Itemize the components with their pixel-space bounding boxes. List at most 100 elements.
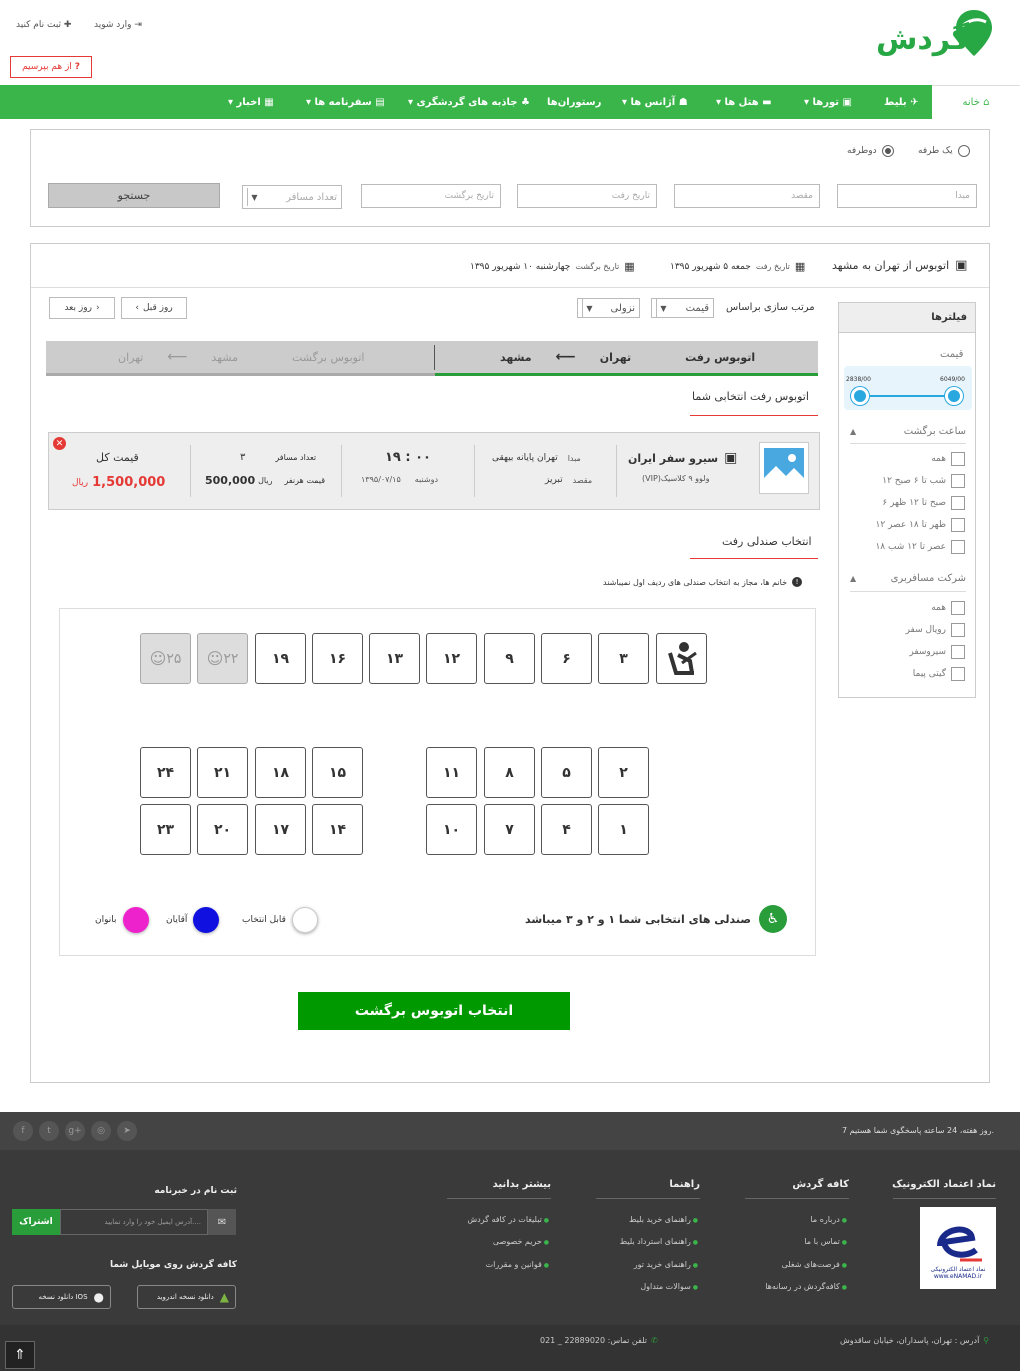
footer-link[interactable]: قوانین و مقررات xyxy=(486,1260,549,1269)
time-option[interactable]: شب تا ۶ صبح ۱۲ xyxy=(850,474,965,488)
ios-download-button[interactable]: دانلود نسخه IOS ● xyxy=(12,1285,111,1309)
ask-button[interactable]: از هم بپرسیم ? xyxy=(10,56,92,78)
google-plus-icon[interactable]: g+ xyxy=(65,1121,85,1141)
return-date-input[interactable]: تاریخ برگشت xyxy=(361,184,501,208)
login-link[interactable]: وارد شوید ⇥ xyxy=(94,20,142,30)
newsletter-email-input[interactable]: آدرس ایمیل خود را وارد نمایید.... xyxy=(60,1209,208,1235)
sort-select[interactable]: ▼ قیمت xyxy=(651,298,714,318)
main-nav: خانه ⌂ بلیط ✈ ▾ تورها ▣ ▾ هتل ها ▬ ▾ آژا… xyxy=(0,85,1020,119)
twitter-icon[interactable]: t xyxy=(39,1121,59,1141)
company-option[interactable]: گیتی پیما xyxy=(850,667,965,681)
company-option[interactable]: سیروسفر xyxy=(850,645,965,659)
depart-date-input[interactable]: تاریخ رفت xyxy=(517,184,657,208)
subscribe-button[interactable]: اشتراک xyxy=(12,1209,60,1235)
passengers-select[interactable]: ▼ تعداد مسافر xyxy=(242,185,342,209)
telegram-icon[interactable]: ➤ xyxy=(117,1121,137,1141)
driver-icon xyxy=(656,633,707,684)
seat[interactable]: ۵ xyxy=(541,747,592,798)
user-icon: ☺ xyxy=(206,649,224,668)
company-filter-header[interactable]: ▲ شرکت مسافربری xyxy=(850,573,966,584)
scroll-top-icon[interactable]: ⇑ xyxy=(5,1341,35,1369)
footer-link[interactable]: درباره ما xyxy=(810,1215,847,1224)
seat[interactable]: ۴ xyxy=(541,804,592,855)
seat[interactable]: ۱۸ xyxy=(255,747,306,798)
seat[interactable]: ۹ xyxy=(484,633,535,684)
footer-link[interactable]: تماس با ما xyxy=(804,1237,847,1246)
seat[interactable]: ۱۷ xyxy=(255,804,306,855)
round-trip-radio[interactable]: دوطرفه xyxy=(847,145,894,157)
footer-bottom-bar xyxy=(0,1325,1020,1371)
seat[interactable]: ۱۶ xyxy=(312,633,363,684)
seat-taken: ☺ ۲۵ xyxy=(140,633,191,684)
search-button[interactable]: جستجو xyxy=(48,183,220,208)
nav-tours[interactable]: ▾ تورها ▣ xyxy=(804,85,852,119)
footer-link[interactable]: راهنمای خرید تور xyxy=(634,1260,698,1269)
register-link[interactable]: ثبت نام کنید ✚ xyxy=(16,20,71,30)
instagram-icon[interactable]: ◎ xyxy=(91,1121,111,1141)
bus-icon: ▣ xyxy=(724,450,738,466)
footer-link[interactable]: راهنمای خرید بلیط xyxy=(629,1215,698,1224)
order-select[interactable]: ▼ نزولی xyxy=(577,298,640,318)
seat[interactable]: ۲۱ xyxy=(197,747,248,798)
seat[interactable]: ۱۲ xyxy=(426,633,477,684)
document-icon: ▤ xyxy=(375,96,385,108)
destination-input[interactable]: مقصد xyxy=(674,184,820,208)
nav-hotels[interactable]: ▾ هتل ها ▬ xyxy=(716,85,772,119)
tree-icon: ♣ xyxy=(520,96,530,108)
footer-link[interactable]: راهنمای استرداد بلیط xyxy=(620,1237,698,1246)
footer-link[interactable]: سوالات متداول xyxy=(640,1282,698,1291)
footer-link[interactable]: حریم خصوصی xyxy=(493,1237,549,1246)
user-icon: ☺ xyxy=(149,649,167,668)
origin-input[interactable]: مبدا xyxy=(837,184,977,208)
tab-return[interactable]: تهران ⟵ مشهد اتوبوس برگشت xyxy=(118,348,364,366)
seat[interactable]: ۲۳ xyxy=(140,804,191,855)
nav-travelogue[interactable]: ▾ سفرنامه ها ▤ xyxy=(306,85,385,119)
seat[interactable]: ۱۴ xyxy=(312,804,363,855)
seat[interactable]: ۲ xyxy=(598,747,649,798)
company-option[interactable]: رویال سفر xyxy=(850,623,965,637)
prev-day-button[interactable]: ‹ روز قبل xyxy=(121,297,187,319)
seat[interactable]: ۱۵ xyxy=(312,747,363,798)
footer-link[interactable]: کافه‌گردش در رسانه‌ها xyxy=(765,1282,847,1291)
seat[interactable]: ۲۴ xyxy=(140,747,191,798)
nav-home[interactable]: خانه ⌂ xyxy=(932,85,1020,119)
tab-depart[interactable]: مشهد ⟵ تهران اتوبوس رفت xyxy=(500,348,755,366)
time-filter-header[interactable]: ▲ ساعت برگشت xyxy=(850,426,966,437)
slider-max-handle[interactable] xyxy=(945,387,963,405)
nav-attractions[interactable]: ▾ جاذبه های گردشگری ♣ xyxy=(408,85,530,119)
facebook-icon[interactable]: f xyxy=(13,1121,33,1141)
seat[interactable]: ۸ xyxy=(484,747,535,798)
time-option[interactable]: همه xyxy=(850,452,965,466)
time-option[interactable]: ظهر تا ۱۸ عصر ۱۲ xyxy=(850,518,965,532)
seat[interactable]: ۱۳ xyxy=(369,633,420,684)
seat[interactable]: ۶ xyxy=(541,633,592,684)
remove-icon[interactable]: ✕ xyxy=(53,437,66,450)
address: آدرس : تهران، پاسداران، خیابان ساقدوش ⚲ xyxy=(840,1336,990,1345)
seat[interactable]: ۱۰ xyxy=(426,804,477,855)
selected-seats-message: صندلی های انتخابی شما ۱ و ۲ و ۳ میباشد ♿ xyxy=(525,905,788,933)
next-day-button[interactable]: روز بعد › xyxy=(49,297,115,319)
seat[interactable]: ۱۹ xyxy=(255,633,306,684)
seat[interactable]: ۳ xyxy=(598,633,649,684)
seat[interactable]: ۱ xyxy=(598,804,649,855)
slider-min-handle[interactable] xyxy=(851,387,869,405)
nav-news[interactable]: ▾ اخبار ▦ xyxy=(228,85,274,119)
time-option[interactable]: صبح تا ۱۲ ظهر ۶ xyxy=(850,496,965,510)
nav-ticket[interactable]: بلیط ✈ xyxy=(884,85,919,119)
time-option[interactable]: عصر تا ۱۲ شب ۱۸ xyxy=(850,540,965,554)
seat[interactable]: ۷ xyxy=(484,804,535,855)
depart-date-info: جمعه ۵ شهریور ۱۳۹۵ تاریخ رفت ▦ xyxy=(670,260,806,273)
footer-link[interactable]: تبلیغات در کافه گردش xyxy=(467,1215,549,1224)
enamad-badge[interactable]: نماد اعتماد الکترونیکی www.eNAMAD.ir xyxy=(920,1207,996,1289)
android-download-button[interactable]: دانلود نسخه اندروید ▲ xyxy=(137,1285,236,1309)
footer-link[interactable]: فرصت‌های شغلی xyxy=(782,1260,847,1269)
nav-restaurants[interactable]: رستوران‌ها xyxy=(547,85,601,119)
company-option[interactable]: همه xyxy=(850,601,965,615)
arrow-left-icon: ⟵ xyxy=(555,349,576,365)
nav-agencies[interactable]: ▾ آژانس ها ☗ xyxy=(622,85,688,119)
company-name: سیرو سفر ایران ▣ xyxy=(628,450,738,466)
select-return-bus-button[interactable]: انتخاب اتوبوس برگشت xyxy=(298,992,570,1030)
seat[interactable]: ۱۱ xyxy=(426,747,477,798)
one-way-radio[interactable]: یک طرفه xyxy=(918,145,970,157)
seat[interactable]: ۲۰ xyxy=(197,804,248,855)
